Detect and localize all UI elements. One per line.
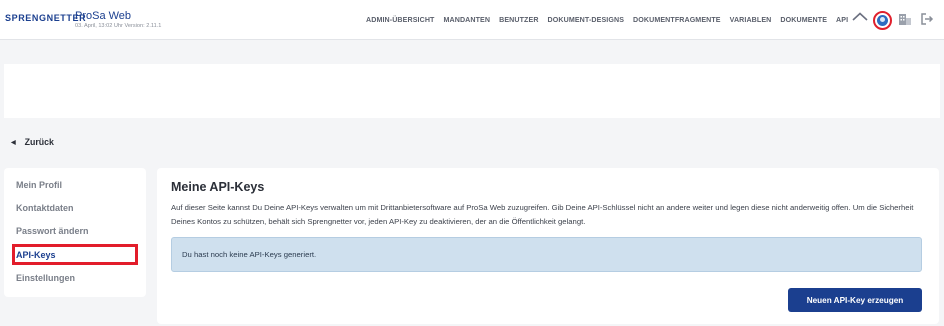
- home-icon[interactable]: [852, 12, 868, 26]
- user-avatar-button[interactable]: [873, 11, 892, 30]
- info-alert: Du hast noch keine API-Keys generiert.: [171, 237, 922, 272]
- nav-admin-overview[interactable]: ADMIN-ÜBERSICHT: [366, 16, 435, 24]
- page-description: Auf dieser Seite kannst Du Deine API-Key…: [171, 203, 914, 226]
- logout-icon[interactable]: [920, 12, 934, 26]
- back-link[interactable]: ◀ Zurück: [11, 137, 54, 147]
- app-title: ProSa Web: [75, 10, 132, 22]
- sidebar-item-my-profile[interactable]: Mein Profil: [16, 180, 62, 190]
- page-banner: [4, 64, 940, 118]
- sidebar-item-change-password[interactable]: Passwort ändern: [16, 226, 89, 236]
- nav-documents[interactable]: DOKUMENTE: [780, 16, 827, 24]
- back-label: Zurück: [24, 137, 54, 147]
- profile-sidebar: Mein Profil Kontaktdaten Passwort ändern…: [4, 168, 146, 297]
- nav-clients[interactable]: MANDANTEN: [444, 16, 491, 24]
- nav-api[interactable]: API: [836, 16, 848, 24]
- back-arrow-icon: ◀: [11, 139, 16, 146]
- building-icon[interactable]: [898, 12, 912, 26]
- avatar: [877, 15, 888, 26]
- sidebar-item-contact-data[interactable]: Kontaktdaten: [16, 203, 74, 213]
- nav-document-designs[interactable]: DOKUMENT-DESIGNS: [548, 16, 624, 24]
- nav-variables[interactable]: VARIABLEN: [730, 16, 772, 24]
- top-bar: SPRENGNETTER ProSa Web 03. April, 13:02 …: [0, 0, 944, 40]
- sidebar-item-api-keys[interactable]: API-Keys: [16, 250, 56, 260]
- create-api-key-button[interactable]: Neuen API-Key erzeugen: [788, 288, 922, 312]
- nav-document-fragments[interactable]: DOKUMENTFRAGMENTE: [633, 16, 721, 24]
- sidebar-item-settings[interactable]: Einstellungen: [16, 273, 75, 283]
- app-version-info: 03. April, 13:02 Uhr Version: 2.11.1: [75, 23, 162, 29]
- api-keys-panel: Meine API-Keys Auf dieser Seite kannst D…: [157, 168, 939, 324]
- page-title: Meine API-Keys: [171, 180, 265, 194]
- nav-users[interactable]: BENUTZER: [499, 16, 538, 24]
- info-alert-text: Du hast noch keine API-Keys generiert.: [182, 250, 317, 259]
- main-navigation: ADMIN-ÜBERSICHT MANDANTEN BENUTZER DOKUM…: [366, 16, 848, 24]
